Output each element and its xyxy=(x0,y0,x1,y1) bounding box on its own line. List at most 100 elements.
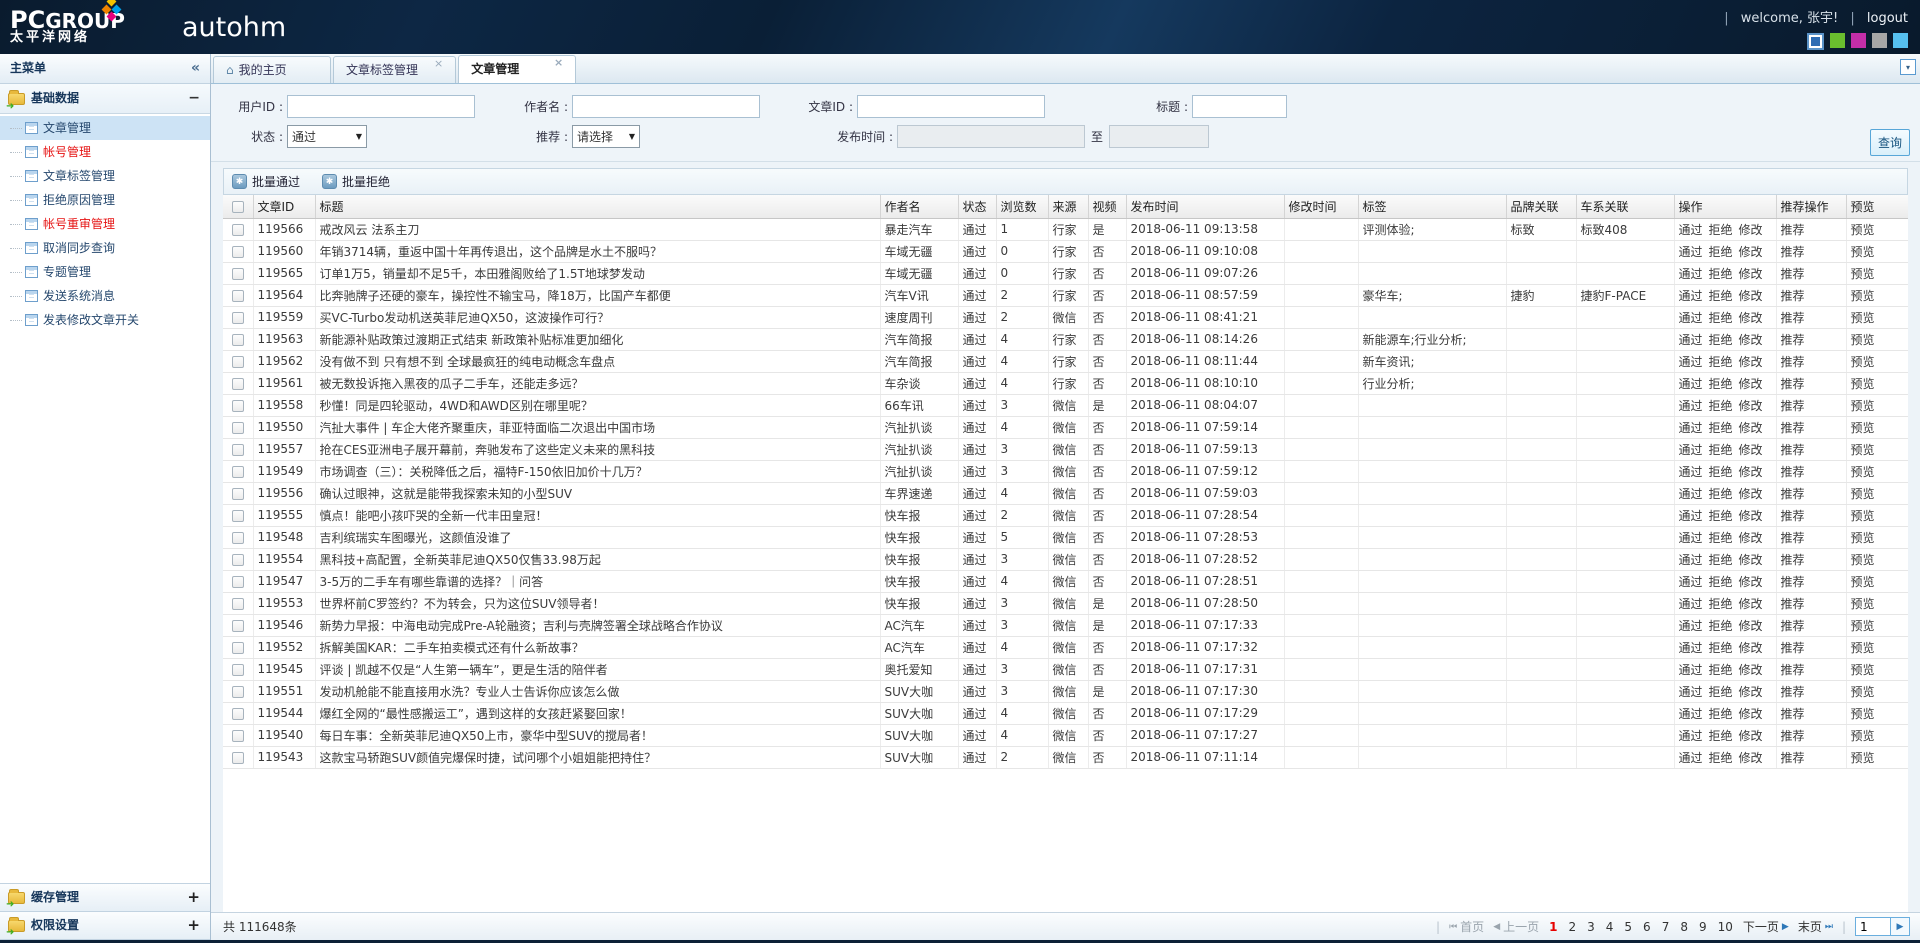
preview-link[interactable]: 预览 xyxy=(1851,619,1875,633)
row-checkbox[interactable] xyxy=(232,422,244,434)
row-checkbox[interactable] xyxy=(232,554,244,566)
recommend-link[interactable]: 推荐 xyxy=(1781,619,1805,633)
batch-reject-button[interactable]: ✱ 批量拒绝 xyxy=(322,173,390,190)
sidebar-item-发送系统消息[interactable]: 发送系统消息 xyxy=(0,284,210,308)
preview-link[interactable]: 预览 xyxy=(1851,311,1875,325)
reject-link[interactable]: 拒绝 xyxy=(1709,333,1733,347)
edit-link[interactable]: 修改 xyxy=(1739,443,1763,457)
row-checkbox[interactable] xyxy=(232,400,244,412)
edit-link[interactable]: 修改 xyxy=(1739,421,1763,435)
reject-link[interactable]: 拒绝 xyxy=(1709,355,1733,369)
edit-link[interactable]: 修改 xyxy=(1739,223,1763,237)
recommend-link[interactable]: 推荐 xyxy=(1781,641,1805,655)
reject-link[interactable]: 拒绝 xyxy=(1709,311,1733,325)
page-number-5[interactable]: 5 xyxy=(1623,920,1633,934)
reject-link[interactable]: 拒绝 xyxy=(1709,267,1733,281)
row-checkbox[interactable] xyxy=(232,466,244,478)
theme-green-button[interactable] xyxy=(1830,33,1845,48)
row-checkbox[interactable] xyxy=(232,224,244,236)
approve-link[interactable]: 通过 xyxy=(1679,289,1703,303)
edit-link[interactable]: 修改 xyxy=(1739,575,1763,589)
sidebar-item-专题管理[interactable]: 专题管理 xyxy=(0,260,210,284)
expand-plus-icon[interactable]: + xyxy=(187,912,200,939)
user-id-input[interactable] xyxy=(287,95,475,118)
preview-link[interactable]: 预览 xyxy=(1851,575,1875,589)
preview-link[interactable]: 预览 xyxy=(1851,641,1875,655)
approve-link[interactable]: 通过 xyxy=(1679,465,1703,479)
row-checkbox[interactable] xyxy=(232,708,244,720)
recommend-link[interactable]: 推荐 xyxy=(1781,509,1805,523)
row-checkbox[interactable] xyxy=(232,598,244,610)
recommend-link[interactable]: 推荐 xyxy=(1781,377,1805,391)
reject-link[interactable]: 拒绝 xyxy=(1709,685,1733,699)
preview-link[interactable]: 预览 xyxy=(1851,531,1875,545)
edit-link[interactable]: 修改 xyxy=(1739,509,1763,523)
reject-link[interactable]: 拒绝 xyxy=(1709,223,1733,237)
search-button[interactable]: 查询 xyxy=(1870,129,1910,156)
recommend-link[interactable]: 推荐 xyxy=(1781,311,1805,325)
publish-time-from-input[interactable] xyxy=(897,125,1085,148)
approve-link[interactable]: 通过 xyxy=(1679,597,1703,611)
recommend-link[interactable]: 推荐 xyxy=(1781,267,1805,281)
reject-link[interactable]: 拒绝 xyxy=(1709,399,1733,413)
reject-link[interactable]: 拒绝 xyxy=(1709,377,1733,391)
approve-link[interactable]: 通过 xyxy=(1679,333,1703,347)
edit-link[interactable]: 修改 xyxy=(1739,355,1763,369)
edit-link[interactable]: 修改 xyxy=(1739,289,1763,303)
title-input[interactable] xyxy=(1192,95,1287,118)
recommend-link[interactable]: 推荐 xyxy=(1781,399,1805,413)
sidebar-item-取消同步查询[interactable]: 取消同步查询 xyxy=(0,236,210,260)
edit-link[interactable]: 修改 xyxy=(1739,597,1763,611)
sidebar-section-权限设置[interactable]: 权限设置+ xyxy=(0,912,210,940)
edit-link[interactable]: 修改 xyxy=(1739,465,1763,479)
reject-link[interactable]: 拒绝 xyxy=(1709,443,1733,457)
tab-文章标签管理[interactable]: 文章标签管理× xyxy=(333,56,456,83)
approve-link[interactable]: 通过 xyxy=(1679,267,1703,281)
preview-link[interactable]: 预览 xyxy=(1851,333,1875,347)
preview-link[interactable]: 预览 xyxy=(1851,465,1875,479)
edit-link[interactable]: 修改 xyxy=(1739,663,1763,677)
reject-link[interactable]: 拒绝 xyxy=(1709,245,1733,259)
approve-link[interactable]: 通过 xyxy=(1679,487,1703,501)
reject-link[interactable]: 拒绝 xyxy=(1709,751,1733,765)
sidebar-item-发表修改文章开关[interactable]: 发表修改文章开关 xyxy=(0,308,210,332)
recommend-link[interactable]: 推荐 xyxy=(1781,685,1805,699)
reject-link[interactable]: 拒绝 xyxy=(1709,465,1733,479)
recommend-link[interactable]: 推荐 xyxy=(1781,355,1805,369)
recommend-link[interactable]: 推荐 xyxy=(1781,245,1805,259)
recommend-link[interactable]: 推荐 xyxy=(1781,289,1805,303)
batch-approve-button[interactable]: ✱ 批量通过 xyxy=(232,173,300,190)
row-checkbox[interactable] xyxy=(232,488,244,500)
reject-link[interactable]: 拒绝 xyxy=(1709,729,1733,743)
goto-page-input[interactable] xyxy=(1855,917,1891,936)
reject-link[interactable]: 拒绝 xyxy=(1709,707,1733,721)
article-id-input[interactable] xyxy=(857,95,1045,118)
approve-link[interactable]: 通过 xyxy=(1679,729,1703,743)
page-number-7[interactable]: 7 xyxy=(1661,920,1671,934)
tab-文章管理[interactable]: 文章管理× xyxy=(458,55,576,83)
approve-link[interactable]: 通过 xyxy=(1679,531,1703,545)
preview-link[interactable]: 预览 xyxy=(1851,707,1875,721)
page-number-6[interactable]: 6 xyxy=(1642,920,1652,934)
row-checkbox[interactable] xyxy=(232,378,244,390)
row-checkbox[interactable] xyxy=(232,642,244,654)
recommend-link[interactable]: 推荐 xyxy=(1781,751,1805,765)
approve-link[interactable]: 通过 xyxy=(1679,355,1703,369)
sidebar-item-拒绝原因管理[interactable]: 拒绝原因管理 xyxy=(0,188,210,212)
recommend-select[interactable]: 请选择 ▼ xyxy=(572,125,640,148)
page-number-4[interactable]: 4 xyxy=(1605,920,1615,934)
row-checkbox[interactable] xyxy=(232,312,244,324)
status-select[interactable]: 通过 ▼ xyxy=(287,125,367,148)
row-checkbox[interactable] xyxy=(232,290,244,302)
approve-link[interactable]: 通过 xyxy=(1679,707,1703,721)
preview-link[interactable]: 预览 xyxy=(1851,223,1875,237)
recommend-link[interactable]: 推荐 xyxy=(1781,223,1805,237)
sidebar-item-帐号管理[interactable]: 帐号管理 xyxy=(0,140,210,164)
approve-link[interactable]: 通过 xyxy=(1679,641,1703,655)
page-number-2[interactable]: 2 xyxy=(1567,920,1577,934)
preview-link[interactable]: 预览 xyxy=(1851,377,1875,391)
reject-link[interactable]: 拒绝 xyxy=(1709,553,1733,567)
preview-link[interactable]: 预览 xyxy=(1851,245,1875,259)
edit-link[interactable]: 修改 xyxy=(1739,751,1763,765)
row-checkbox[interactable] xyxy=(232,532,244,544)
